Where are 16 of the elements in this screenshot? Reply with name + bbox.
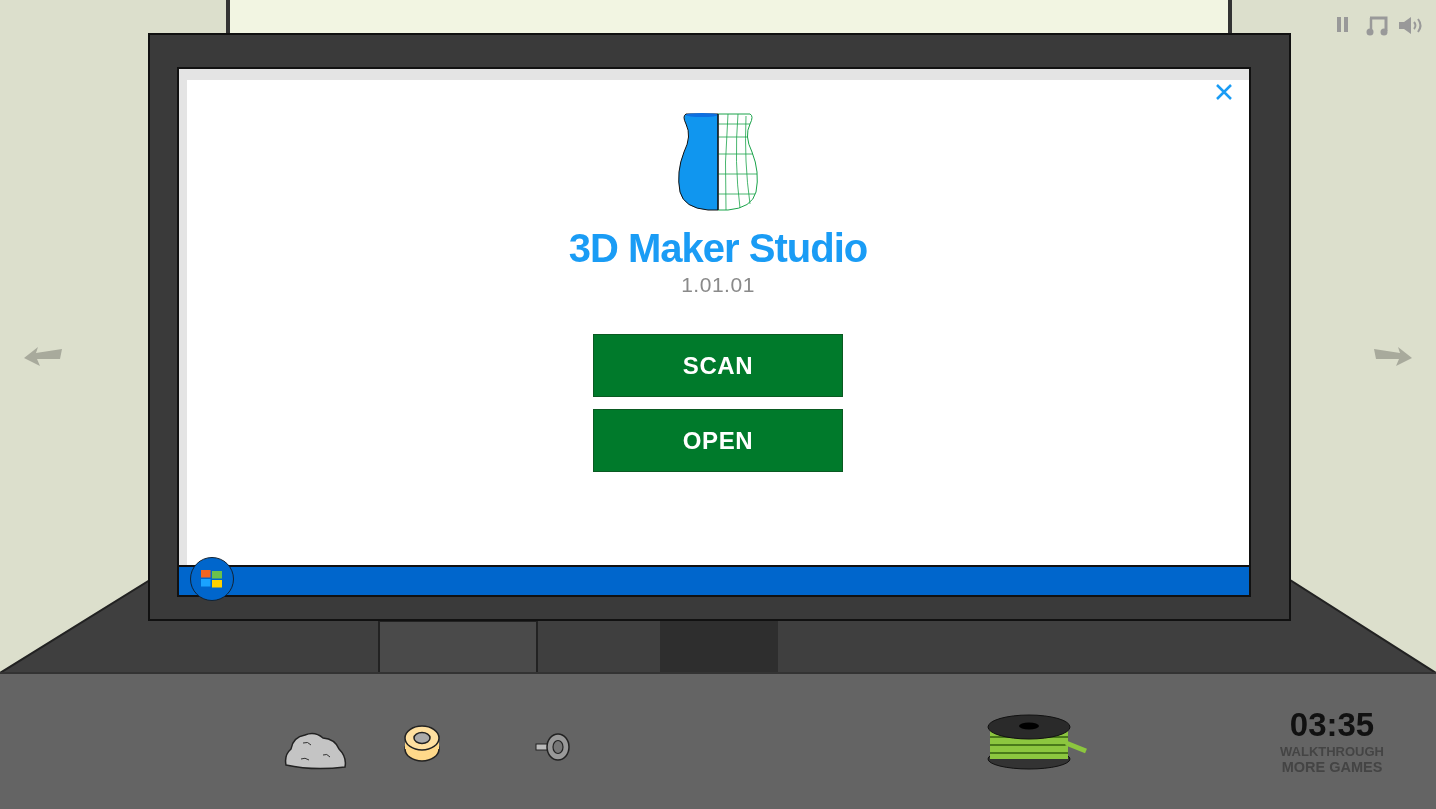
vase-logo-icon — [678, 112, 758, 212]
timer: 03:35 — [1289, 706, 1375, 744]
app-title: 3D Maker Studio — [568, 226, 868, 270]
left-arrow-icon[interactable] — [24, 345, 64, 367]
filament-spool-icon[interactable] — [986, 713, 1088, 771]
start-button[interactable] — [190, 557, 234, 601]
windows-logo-icon — [201, 570, 223, 588]
tape-roll-icon[interactable] — [403, 724, 443, 764]
pause-icon[interactable] — [1337, 17, 1349, 32]
app-version: 1.01.01 — [681, 272, 755, 298]
menu-button[interactable]: OPEN — [593, 409, 843, 472]
right-arrow-icon[interactable] — [1372, 345, 1412, 367]
music-icon[interactable] — [1366, 16, 1388, 36]
washer-bolt-icon[interactable] — [535, 732, 572, 762]
speaker-icon[interactable] — [1399, 16, 1425, 35]
menu-button[interactable]: SCAN — [593, 334, 843, 397]
